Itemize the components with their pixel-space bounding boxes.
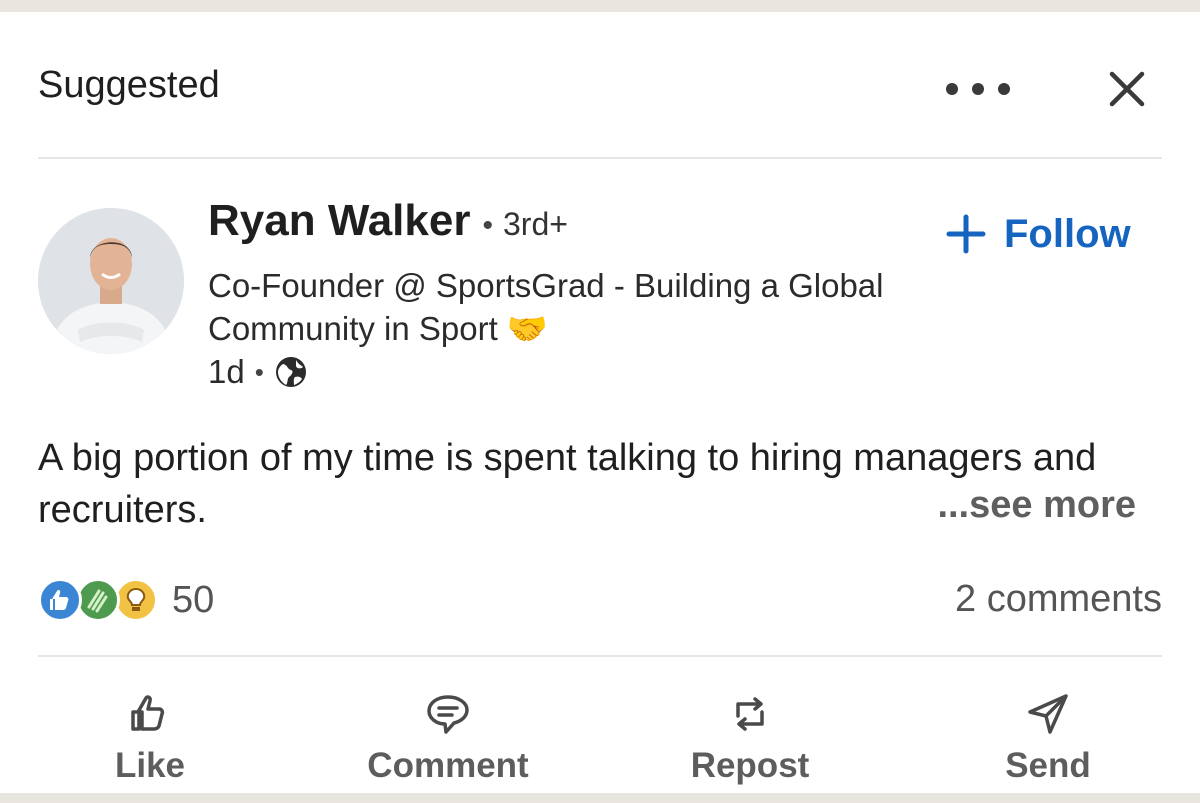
post-actions-bar: Like Comment Repost Send	[0, 684, 1200, 794]
connection-degree: 3rd+	[503, 206, 568, 242]
close-icon[interactable]	[1104, 66, 1150, 112]
plus-icon	[946, 214, 986, 254]
repost-button[interactable]: Repost	[630, 684, 870, 794]
separator-dot: •	[482, 209, 493, 242]
author-name[interactable]: Ryan Walker	[208, 196, 470, 246]
header-divider	[38, 157, 1162, 159]
comment-label: Comment	[367, 746, 529, 785]
send-icon	[1028, 694, 1068, 734]
send-button[interactable]: Send	[928, 684, 1168, 794]
globe-icon	[275, 357, 306, 387]
actions-divider	[38, 655, 1162, 657]
post-time: 1d	[208, 353, 245, 390]
separator-dot: •	[254, 356, 264, 387]
repost-icon	[736, 697, 764, 731]
reaction-count: 50	[172, 578, 215, 621]
like-reaction-icon	[38, 578, 82, 622]
comment-button[interactable]: Comment	[328, 684, 568, 794]
more-horizontal-icon[interactable]	[946, 74, 1010, 104]
send-label: Send	[1005, 746, 1091, 785]
insightful-reaction-icon	[114, 578, 158, 622]
follow-button[interactable]: Follow	[946, 206, 1131, 262]
comment-icon	[427, 695, 469, 734]
comments-count[interactable]: 2 comments	[955, 578, 1162, 621]
author-headline: Co-Founder @ SportsGrad - Building a Glo…	[208, 267, 884, 347]
author-avatar[interactable]	[38, 208, 184, 354]
page-background-strip	[0, 793, 1200, 803]
feed-post-card: Suggested Ryan Walker • 3rd+ Co-Founder …	[0, 12, 1200, 793]
post-meta: 1d •	[208, 350, 308, 394]
like-label: Like	[114, 746, 186, 785]
thumbs-up-icon	[131, 695, 165, 731]
like-button[interactable]: Like	[30, 684, 270, 794]
reactions-summary[interactable]: 50	[38, 574, 214, 626]
reaction-icons	[38, 576, 160, 624]
post-header-bar: Suggested	[38, 64, 1162, 124]
celebrate-reaction-icon	[76, 578, 120, 622]
follow-label: Follow	[1004, 211, 1131, 256]
see-more-link[interactable]: ...see more	[937, 484, 1136, 527]
author-name-line: Ryan Walker • 3rd+	[208, 196, 568, 256]
suggested-label: Suggested	[38, 64, 220, 106]
repost-label: Repost	[690, 746, 810, 785]
